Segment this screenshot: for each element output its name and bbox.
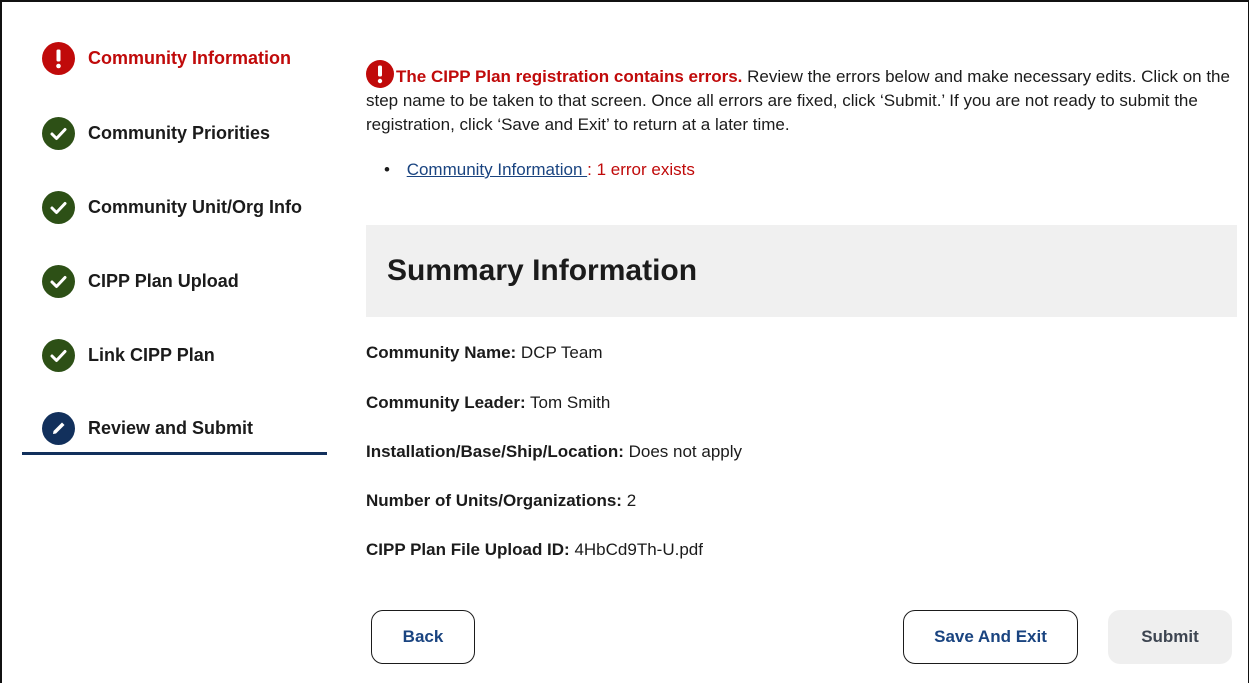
list-item: Community Information : 1 error exists: [384, 160, 695, 180]
save-and-exit-button[interactable]: Save And Exit: [903, 610, 1078, 664]
alert-title: The CIPP Plan registration contains erro…: [396, 67, 743, 86]
step-label: Community Priorities: [88, 122, 271, 143]
field-value: Does not apply: [623, 442, 743, 461]
error-list: Community Information : 1 error exists: [384, 160, 695, 180]
step-community-unit-org-info[interactable]: Community Unit/Org Info: [42, 190, 302, 224]
error-alert: The CIPP Plan registration contains erro…: [366, 60, 1236, 137]
field-number-of-units: Number of Units/Organizations: 2: [366, 491, 636, 511]
current-step-indicator: [22, 452, 327, 455]
field-upload-id: CIPP Plan File Upload ID: 4HbCd9Th-U.pdf: [366, 540, 703, 560]
step-label: CIPP Plan Upload: [88, 270, 239, 291]
check-icon: [42, 116, 75, 150]
field-community-name: Community Name: DCP Team: [366, 343, 602, 363]
field-value: Tom Smith: [525, 393, 611, 412]
field-label: Community Leader:: [366, 393, 526, 412]
summary-header: Summary Information: [366, 225, 1237, 317]
field-label: Installation/Base/Ship/Location:: [366, 442, 624, 461]
field-installation: Installation/Base/Ship/Location: Does no…: [366, 442, 742, 462]
step-link-cipp-plan[interactable]: Link CIPP Plan: [42, 338, 215, 372]
field-label: Community Name:: [366, 343, 517, 362]
exclamation-icon: [42, 41, 75, 75]
pencil-icon: [42, 411, 75, 445]
field-community-leader: Community Leader: Tom Smith: [366, 393, 610, 413]
step-label: Review and Submit: [88, 417, 254, 438]
field-value: 4HbCd9Th-U.pdf: [569, 540, 703, 559]
submit-button[interactable]: Submit: [1108, 610, 1232, 664]
error-count: : 1 error exists: [587, 160, 695, 179]
back-button[interactable]: Back: [371, 610, 475, 664]
field-label: Number of Units/Organizations:: [366, 491, 622, 510]
field-value: 2: [621, 491, 637, 510]
step-label: Community Information: [88, 47, 291, 68]
step-cipp-plan-upload[interactable]: CIPP Plan Upload: [42, 264, 239, 298]
check-icon: [42, 190, 75, 224]
field-label: CIPP Plan File Upload ID:: [366, 540, 570, 559]
step-label: Link CIPP Plan: [88, 344, 215, 365]
field-value: DCP Team: [516, 343, 603, 362]
summary-heading: Summary Information: [387, 254, 698, 287]
check-icon: [42, 264, 75, 298]
check-icon: [42, 338, 75, 372]
error-link-community-information[interactable]: Community Information: [407, 160, 587, 179]
step-community-priorities[interactable]: Community Priorities: [42, 116, 270, 150]
step-label: Community Unit/Org Info: [88, 196, 302, 217]
step-community-information[interactable]: Community Information: [42, 41, 291, 75]
step-review-and-submit[interactable]: Review and Submit: [42, 411, 253, 445]
alert-exclamation-icon: [366, 60, 394, 88]
